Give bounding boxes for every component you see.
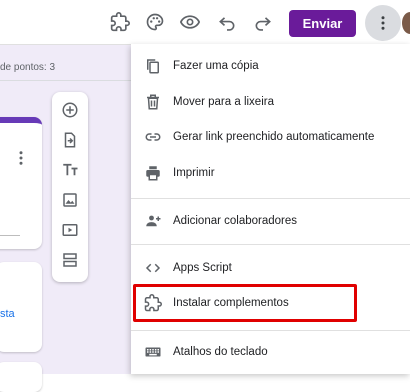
total-points-text: de pontos: 3 — [0, 62, 56, 73]
menu-divider — [131, 330, 410, 331]
menu-item-apps-script[interactable]: Apps Script — [131, 251, 410, 285]
import-questions-icon[interactable] — [59, 129, 81, 151]
preview-eye-icon[interactable] — [178, 10, 202, 34]
add-question-icon[interactable] — [59, 99, 81, 121]
menu-item-keyboard-shortcuts[interactable]: Atalhos do teclado — [131, 335, 410, 369]
send-button[interactable]: Enviar — [289, 10, 356, 37]
redo-icon[interactable] — [251, 10, 275, 34]
puzzle-icon — [143, 293, 163, 313]
avatar[interactable] — [402, 12, 410, 34]
code-icon — [143, 258, 163, 278]
menu-item-label: Apps Script — [173, 262, 232, 274]
palette-icon[interactable] — [143, 10, 167, 34]
menu-item-install-addons[interactable]: Instalar complementos — [131, 286, 410, 320]
menu-item-label: Imprimir — [173, 167, 215, 179]
card-underline — [0, 235, 20, 236]
addon-puzzle-icon[interactable] — [108, 10, 132, 34]
menu-item-add-collaborators[interactable]: Adicionar colaboradores — [131, 204, 410, 238]
more-options-button[interactable] — [365, 5, 401, 41]
add-title-icon[interactable] — [59, 159, 81, 181]
keyboard-icon — [143, 342, 163, 362]
add-image-icon[interactable] — [59, 189, 81, 211]
menu-item-print[interactable]: Imprimir — [131, 156, 410, 190]
menu-divider — [131, 244, 410, 245]
undo-icon[interactable] — [215, 10, 239, 34]
trash-icon — [143, 92, 163, 112]
copy-icon — [143, 56, 163, 76]
menu-divider — [131, 198, 410, 199]
top-bar: Enviar — [0, 0, 410, 44]
print-icon — [143, 163, 163, 183]
add-people-icon — [143, 211, 163, 231]
menu-item-label: Gerar link preenchido automaticamente — [173, 131, 375, 143]
points-divider — [0, 80, 132, 81]
add-video-icon[interactable] — [59, 219, 81, 241]
add-section-icon[interactable] — [59, 249, 81, 271]
link-icon — [143, 127, 163, 147]
floating-toolbar — [52, 92, 88, 282]
card-link-text[interactable]: sta — [0, 308, 15, 320]
menu-item-prefilled-link[interactable]: Gerar link preenchido automaticamente — [131, 120, 410, 154]
menu-item-move-to-trash[interactable]: Mover para a lixeira — [131, 85, 410, 119]
menu-item-label: Atalhos do teclado — [173, 346, 268, 358]
question-card[interactable]: sta — [0, 262, 42, 352]
menu-item-label: Adicionar colaboradores — [173, 215, 298, 227]
form-title-card[interactable] — [0, 117, 42, 249]
card-more-icon[interactable] — [12, 149, 30, 167]
menu-item-label: Mover para a lixeira — [173, 96, 274, 108]
menu-item-make-copy[interactable]: Fazer uma cópia — [131, 49, 410, 83]
menu-item-label: Fazer uma cópia — [173, 60, 259, 72]
question-card[interactable] — [0, 362, 42, 392]
more-options-menu: Fazer uma cópia Mover para a lixeira Ger… — [131, 44, 410, 374]
more-vert-icon — [381, 16, 385, 30]
menu-item-label: Instalar complementos — [173, 297, 289, 309]
